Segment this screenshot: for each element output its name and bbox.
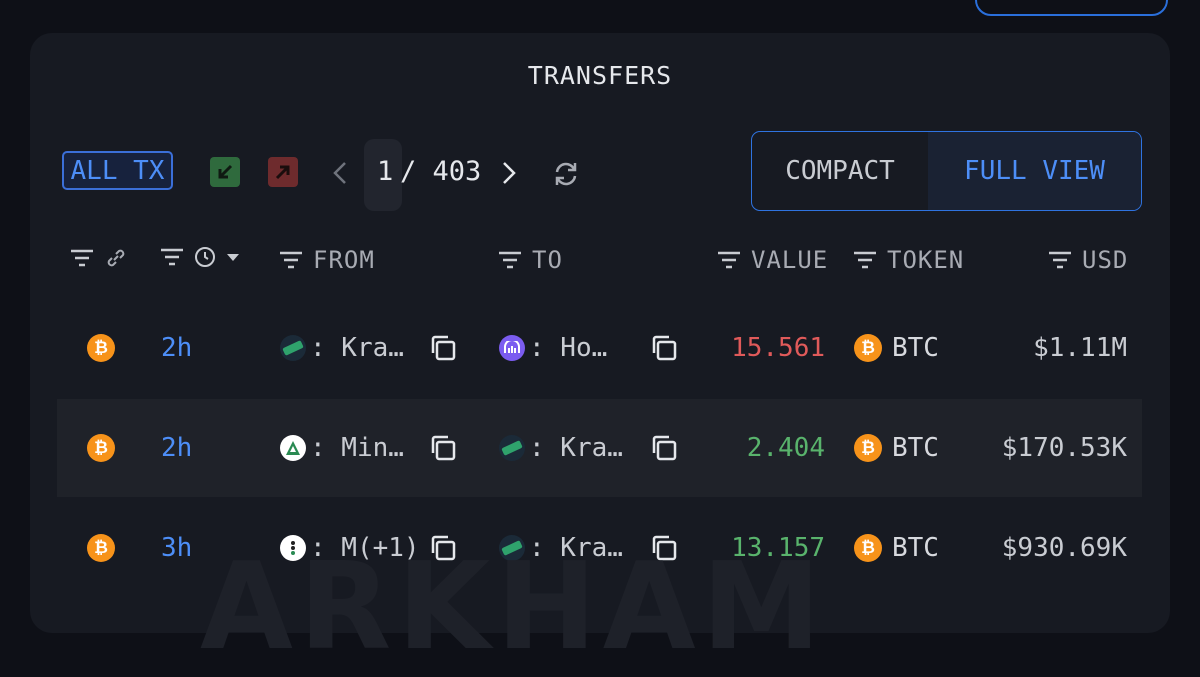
panel-title: TRANSFERS: [527, 61, 673, 90]
next-page-button[interactable]: [496, 157, 522, 189]
filter-icon: [1049, 251, 1071, 269]
token-label: BTC: [892, 533, 939, 563]
current-page[interactable]: 1: [377, 156, 393, 187]
copy-from-button[interactable]: [428, 299, 458, 397]
from-entity[interactable]: : Min…: [280, 399, 404, 497]
header-usd-label: USD: [1082, 246, 1129, 274]
compact-view-button[interactable]: COMPACT: [752, 132, 928, 210]
filter-icon: [854, 251, 876, 269]
bitcoin-icon: ₿: [854, 334, 882, 362]
copy-to-button[interactable]: [649, 299, 679, 397]
token-label: BTC: [892, 333, 939, 363]
copy-icon: [652, 435, 677, 461]
copy-icon: [431, 435, 456, 461]
to-entity-label: : Ho…: [529, 333, 608, 363]
token-cell[interactable]: ₿ BTC: [854, 499, 939, 597]
header-chain-filter[interactable]: [70, 246, 128, 270]
total-pages: / 403: [400, 156, 482, 187]
copy-to-button[interactable]: [649, 399, 679, 497]
bitcoin-icon: ₿: [854, 434, 882, 462]
header-token[interactable]: TOKEN: [853, 246, 964, 274]
kraken-icon: [280, 335, 306, 361]
usd-value: $930.69K: [1001, 533, 1127, 563]
arrow-up-right-icon: [275, 165, 290, 180]
transfer-value: 15.561: [731, 333, 825, 363]
link-icon: [107, 249, 125, 267]
copy-icon: [652, 335, 677, 361]
all-tx-filter-button[interactable]: ALL TX: [62, 151, 173, 190]
mining-pool-icon: [280, 435, 306, 461]
full-view-button[interactable]: FULL VIEW: [928, 132, 1141, 210]
kraken-icon: [499, 435, 525, 461]
caret-down-icon: [227, 254, 239, 261]
arkham-watermark: ARKHAM: [200, 538, 827, 677]
usd-value: $170.53K: [1001, 433, 1127, 463]
header-usd[interactable]: USD: [1048, 246, 1128, 274]
from-entity-label: : Min…: [310, 433, 404, 463]
bitcoin-icon: ₿: [854, 534, 882, 562]
transfer-value: 2.404: [746, 433, 825, 463]
header-to-label: TO: [532, 246, 563, 274]
from-entity-label: : Kra…: [310, 333, 404, 363]
copy-from-button[interactable]: [428, 399, 458, 497]
filter-icon: [718, 251, 740, 269]
row-time[interactable]: 3h: [161, 499, 192, 597]
refresh-icon: [555, 162, 577, 186]
header-from[interactable]: FROM: [279, 246, 375, 274]
arrow-down-left-icon: [218, 164, 233, 179]
filter-icon: [280, 251, 302, 269]
table-row[interactable]: ₿ 2h : Min… : Kra… 2.404 ₿ BTC $170.53K: [57, 399, 1142, 497]
prev-page-button[interactable]: [327, 157, 353, 189]
header-value[interactable]: VALUE: [717, 246, 828, 274]
refresh-button[interactable]: [551, 159, 581, 193]
clock-icon: [195, 247, 215, 267]
bitcoin-icon: ₿: [87, 434, 115, 462]
filter-icon: [161, 248, 183, 266]
header-time-filter[interactable]: [160, 246, 240, 268]
view-toggle: COMPACT FULL VIEW: [751, 131, 1142, 211]
header-to[interactable]: TO: [498, 246, 563, 274]
header-value-label: VALUE: [751, 246, 829, 274]
kucoin-icon: [499, 335, 525, 361]
to-entity[interactable]: : Ho…: [499, 299, 607, 397]
top-right-button[interactable]: [975, 0, 1168, 16]
token-cell[interactable]: ₿ BTC: [854, 299, 939, 397]
outgoing-filter-button[interactable]: [268, 157, 298, 187]
token-label: BTC: [892, 433, 939, 463]
chevron-right-icon: [503, 162, 516, 184]
header-token-label: TOKEN: [887, 246, 965, 274]
to-entity[interactable]: : Kra…: [499, 399, 623, 497]
incoming-filter-button[interactable]: [210, 157, 240, 187]
token-cell[interactable]: ₿ BTC: [854, 399, 939, 497]
row-time[interactable]: 2h: [161, 399, 192, 497]
usd-value: $1.11M: [1033, 333, 1127, 363]
chevron-left-icon: [333, 162, 346, 184]
filter-icon: [499, 251, 521, 269]
filter-icon: [71, 249, 93, 267]
copy-icon: [431, 335, 456, 361]
header-from-label: FROM: [313, 246, 375, 274]
bitcoin-icon: ₿: [87, 334, 115, 362]
to-entity-label: : Kra…: [529, 433, 623, 463]
row-time[interactable]: 2h: [161, 299, 192, 397]
bitcoin-icon: ₿: [87, 534, 115, 562]
table-row[interactable]: ₿ 2h : Kra… : Ho… 15.561 ₿ BTC $1.11M: [57, 299, 1142, 397]
from-entity[interactable]: : Kra…: [280, 299, 404, 397]
